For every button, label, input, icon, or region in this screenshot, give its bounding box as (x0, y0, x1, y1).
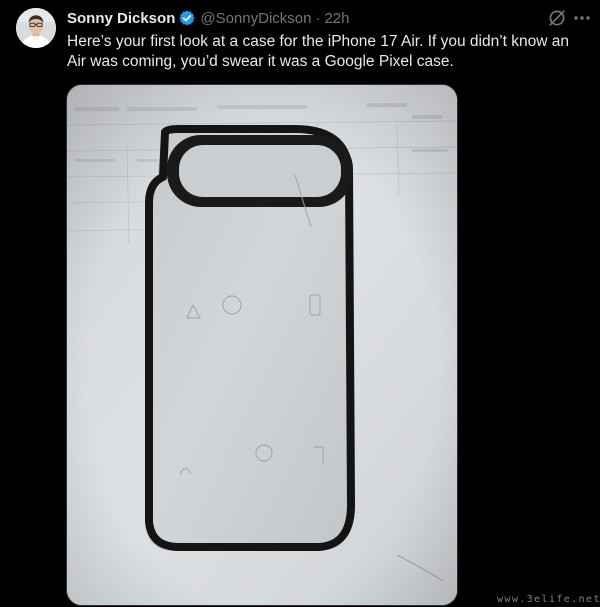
more-options-icon[interactable] (572, 8, 592, 28)
verified-badge-icon (178, 9, 196, 27)
tweet-text: Here’s your first look at a case for the… (67, 33, 573, 70)
header-separator: · (315, 9, 321, 27)
avatar[interactable] (16, 8, 56, 48)
avatar-photo (16, 8, 56, 48)
watermark-text: www.3elife.net (497, 594, 600, 605)
iphone-case-photo (67, 85, 457, 605)
author-handle[interactable]: @SonnyDickson (200, 10, 311, 27)
tweet-media-photo[interactable] (66, 84, 458, 606)
tweet: Sonny Dickson @SonnyDickson · 22h Here’s… (0, 0, 600, 607)
author-display-name[interactable]: Sonny Dickson (67, 10, 175, 27)
tweet-timestamp[interactable]: 22h (324, 10, 349, 27)
grok-icon[interactable] (547, 8, 567, 28)
tweet-header: Sonny Dickson @SonnyDickson · 22h (67, 8, 350, 28)
